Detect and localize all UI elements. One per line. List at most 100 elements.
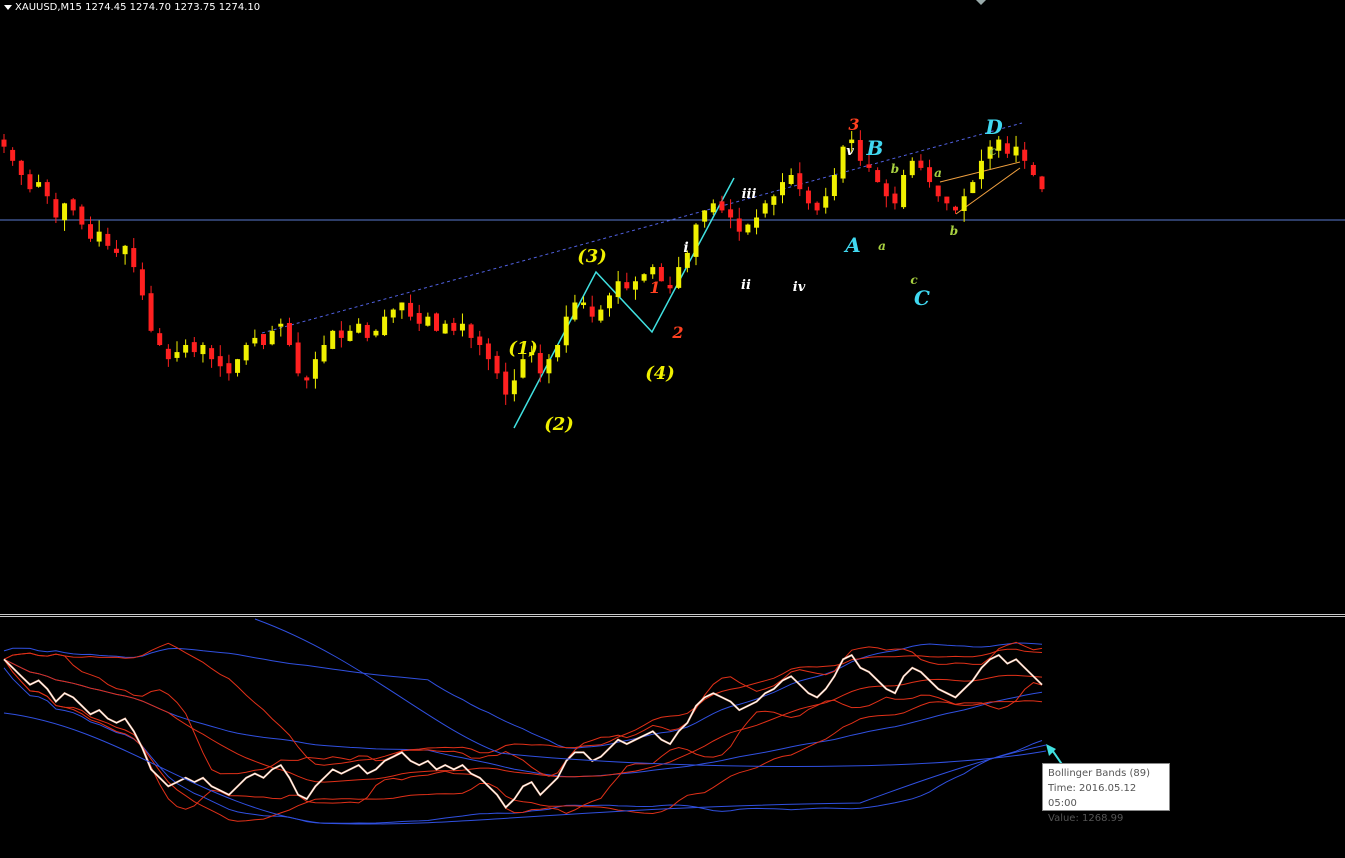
candle-body (477, 336, 483, 345)
candle-body (330, 330, 336, 349)
candle-body (200, 345, 206, 355)
candle-body (650, 267, 656, 275)
candle-body (364, 324, 370, 338)
candle-body (304, 377, 310, 381)
wave-label[interactable]: 1 (649, 278, 660, 297)
candle-body (113, 248, 119, 253)
candle-body (805, 190, 811, 204)
wave-label[interactable]: i (683, 240, 688, 256)
candle-body (209, 348, 215, 360)
candle-body (286, 323, 292, 345)
dropdown-triangle-icon[interactable] (4, 4, 12, 10)
wave-label[interactable]: ii (741, 278, 751, 293)
indicator-tooltip: Bollinger Bands (89) Time: 2016.05.12 05… (1042, 763, 1170, 824)
wave-label[interactable]: B (866, 136, 884, 160)
candle-body (831, 175, 837, 197)
wave-label[interactable]: 2 (671, 323, 683, 342)
wave-label[interactable]: iv (793, 280, 806, 295)
candle-body (347, 330, 353, 341)
candle-body (44, 182, 50, 197)
candle-body (857, 140, 863, 161)
candle-body (883, 183, 889, 197)
candle-body (217, 356, 223, 367)
candle-body (338, 330, 344, 338)
wave-label[interactable]: a (934, 166, 942, 180)
candle-body (1004, 143, 1010, 154)
candle-body (191, 342, 197, 353)
wave-label[interactable]: c (910, 273, 918, 287)
candle-body (70, 199, 76, 211)
candle-body (174, 352, 180, 358)
wave-label[interactable]: A (843, 233, 861, 257)
candle-body (693, 224, 699, 257)
tooltip-indicator-name: Bollinger Bands (89) (1048, 768, 1151, 779)
candle-body (503, 371, 509, 395)
candle-body (762, 203, 768, 214)
wave-label[interactable]: a (878, 239, 886, 253)
candle-body (442, 323, 448, 334)
candle-body (139, 269, 145, 296)
wave-label[interactable]: 3 (848, 115, 859, 134)
main-price-chart[interactable]: (1) (2) (3) (4) 1 2 3 i ii iii iv v A B C Da b c a b c (0, 0, 1345, 614)
candle-body (485, 343, 491, 360)
wave-label[interactable]: (3) (577, 246, 607, 267)
wave-label[interactable]: b (891, 162, 899, 176)
candle-body (295, 342, 301, 374)
wave-label[interactable]: D (984, 115, 1003, 139)
wave-label[interactable]: (2) (544, 414, 574, 435)
symbol-name: XAUUSD,M15 (15, 2, 82, 13)
candle-body (494, 355, 500, 374)
candle-body (710, 203, 716, 213)
candle-body (183, 345, 189, 353)
candle-body (18, 160, 24, 175)
candle-body (754, 217, 760, 228)
candle-body (840, 146, 846, 179)
candle-body (702, 210, 708, 222)
candle-body (632, 281, 638, 290)
wave-label[interactable]: c (989, 144, 997, 158)
ohlc-low: 1273.75 (174, 2, 216, 13)
candle-body (269, 330, 275, 345)
candle-body (546, 359, 552, 374)
candle-body (1022, 149, 1028, 161)
panel-divider[interactable] (0, 614, 1345, 615)
ohlc-close: 1274.10 (218, 2, 261, 13)
candle-body (814, 202, 820, 211)
price-chart-svg[interactable]: (1)(2)(3)(4)123iiiiiiivvABCDabcabc (0, 0, 1345, 614)
candle-body (728, 209, 734, 218)
candle-body (312, 359, 318, 379)
wave-label[interactable]: C (914, 286, 930, 310)
candle-body (226, 363, 232, 374)
candle-body (243, 345, 249, 361)
candle-body (122, 245, 128, 255)
candle-body (624, 282, 630, 289)
candle-body (511, 380, 517, 395)
candle-body (261, 334, 266, 345)
wave-label[interactable]: v (846, 144, 854, 159)
candle-body (961, 196, 967, 211)
chart-shift-marker-icon[interactable] (976, 0, 986, 5)
candle-body (607, 295, 612, 309)
wave-label[interactable]: b (950, 224, 958, 238)
candle-body (901, 175, 907, 208)
candle-body (1039, 176, 1045, 190)
ohlc-high: 1274.70 (129, 2, 172, 13)
candle-body (390, 309, 396, 318)
candle-body (451, 322, 457, 331)
candle-body (1030, 164, 1036, 175)
wave-label[interactable]: (1) (508, 338, 538, 359)
candle-body (978, 160, 984, 180)
candle-body (131, 248, 137, 268)
candle-body (589, 306, 595, 317)
candle-body (667, 284, 673, 289)
candle-body (468, 324, 474, 338)
candle-body (399, 302, 405, 311)
candle-body (944, 196, 950, 204)
wave-label[interactable]: iii (742, 187, 757, 202)
candle-body (909, 160, 915, 176)
candle-body (321, 345, 327, 362)
wave-label[interactable]: (4) (645, 363, 675, 384)
candle-body (797, 173, 803, 190)
candle-body (892, 193, 898, 204)
candle-body (105, 233, 111, 246)
